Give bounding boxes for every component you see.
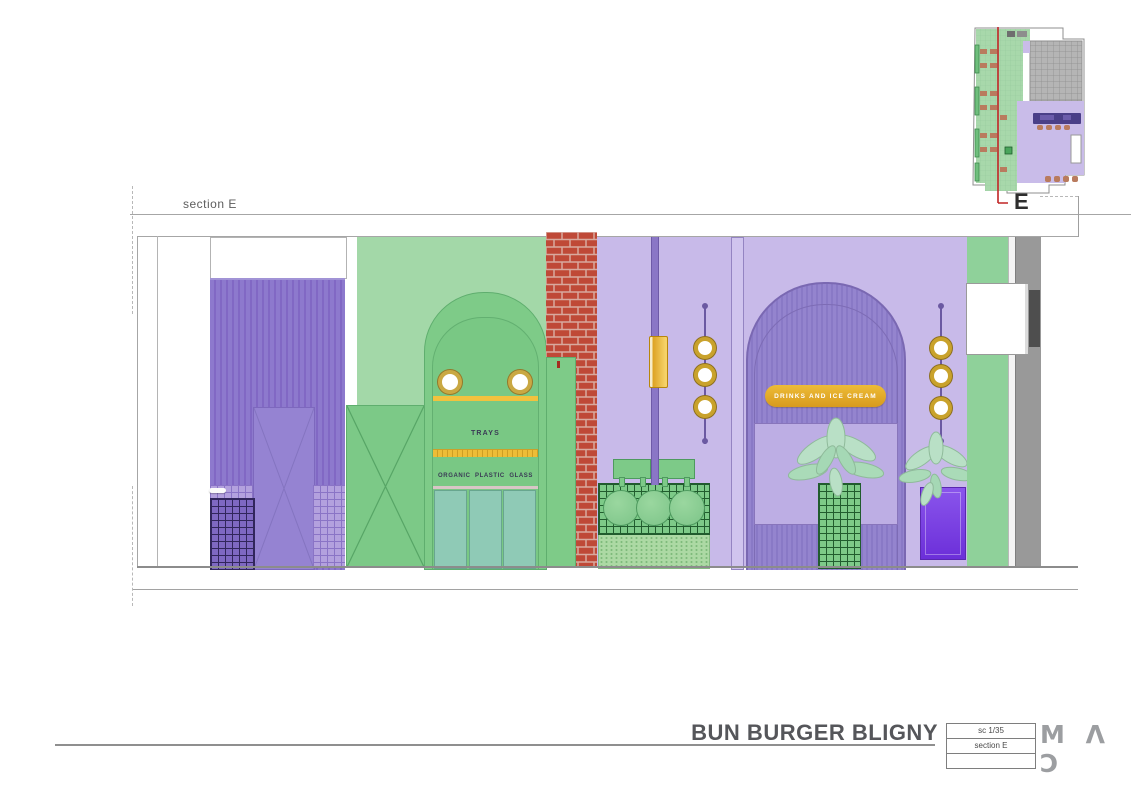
plan-white-box	[1071, 135, 1081, 163]
project-title: BUN BURGER BLIGNY	[600, 720, 938, 746]
table-leg	[619, 477, 625, 487]
empty-cell	[947, 754, 1035, 768]
green-pilaster-panel	[546, 357, 576, 567]
trays-label: TRAYS	[425, 430, 546, 437]
tile-grid-dark	[210, 498, 255, 570]
pendant-light-rod-left	[694, 303, 717, 449]
dashed-guide-left-top	[132, 186, 133, 314]
green-table-right	[656, 459, 695, 479]
bush-middle-icon	[636, 490, 672, 526]
x-brace-icon	[347, 406, 424, 567]
wall-header-panel	[210, 237, 347, 279]
bush-left-icon	[603, 490, 639, 526]
recycle-bin-glass	[503, 490, 536, 569]
plan-plant-box	[1005, 147, 1012, 154]
table-leg	[684, 477, 690, 487]
sorting-station-arch: TRAYS ORGANIC PLASTIC GLASS	[424, 292, 547, 570]
studio-logo: M Λ Ɔ	[1040, 720, 1131, 778]
elevation-left-line	[137, 236, 138, 568]
table-leg	[662, 477, 668, 487]
tile-grid-light-right	[313, 485, 345, 568]
rod-top-dot-icon	[938, 303, 944, 309]
floor-line	[137, 566, 1078, 568]
table-leg	[640, 477, 646, 487]
door-x-brace-icon	[254, 408, 314, 569]
bin-label-row: ORGANIC PLASTIC GLASS	[433, 473, 538, 479]
dark-window-bar	[1029, 290, 1040, 347]
hedge-base-planting	[598, 531, 710, 569]
floor-slab-line	[133, 589, 1078, 590]
drawing-sheet: section E TRAYS ORGANIC PLASTIC GLASS	[0, 0, 1131, 800]
scale-cell: sc 1/35	[947, 724, 1035, 739]
globe-light-icon	[930, 337, 952, 359]
palm-plant-icon	[778, 412, 898, 507]
bush-right-icon	[669, 490, 705, 526]
yellow-tick-band	[433, 449, 538, 457]
section-title-label: section E	[183, 197, 237, 211]
floor-plan-inset	[945, 15, 1095, 215]
drinks-sign: DRINKS AND ICE CREAM	[765, 385, 886, 407]
dashed-guide-left-bottom	[132, 486, 133, 606]
yellow-stripe	[433, 396, 538, 401]
globe-light-icon	[930, 365, 952, 387]
counter-edge-band	[433, 486, 538, 489]
wall-edge-line	[157, 236, 158, 568]
rod-bottom-dot-icon	[702, 438, 708, 444]
white-menu-panel	[966, 283, 1029, 355]
x-braced-panel	[346, 405, 425, 568]
service-door	[253, 407, 315, 570]
globe-light-icon	[694, 396, 716, 418]
recycle-bin-organic	[434, 490, 467, 569]
red-tag-mark	[557, 361, 560, 368]
bin-label-plastic: PLASTIC	[475, 473, 505, 479]
drinks-sign-label: DRINKS AND ICE CREAM	[774, 393, 877, 400]
section-cell: section E	[947, 739, 1035, 754]
green-table-left	[613, 459, 651, 479]
globe-light-icon	[694, 337, 716, 359]
recycle-bin-plastic	[469, 490, 502, 569]
globe-light-icon	[694, 364, 716, 386]
round-light-right-icon	[508, 370, 532, 394]
round-light-left-icon	[438, 370, 462, 394]
bin-label-glass: GLASS	[509, 473, 533, 479]
gold-bar-light-icon	[649, 336, 668, 388]
rod-top-dot-icon	[702, 303, 708, 309]
globe-light-icon	[930, 397, 952, 419]
plan-section-marker: E	[1014, 189, 1029, 215]
title-info-table: sc 1/35 section E	[946, 723, 1036, 769]
bin-label-organic: ORGANIC	[438, 473, 471, 479]
wall-divider-pilaster	[731, 237, 744, 570]
wall-tap-icon	[209, 488, 226, 493]
